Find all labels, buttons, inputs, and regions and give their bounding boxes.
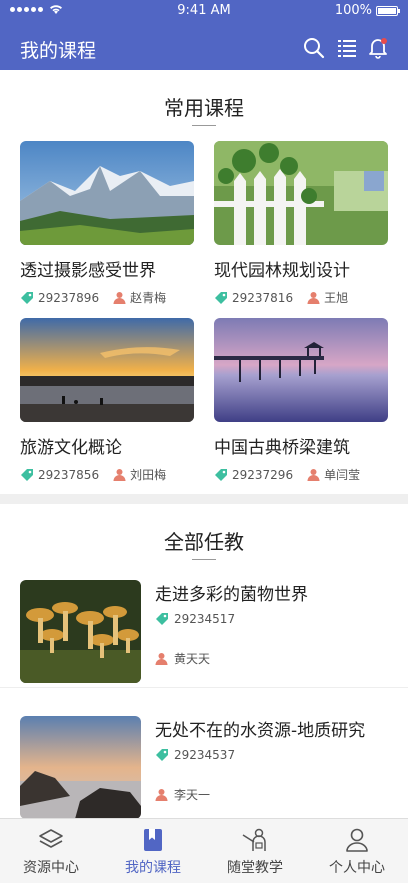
list-icon[interactable] [336,37,358,59]
course-title: 中国古典桥梁建筑 [214,438,350,458]
top-bar: 9:41 AM 100% 我的课程 [0,0,408,70]
tag-icon [156,613,168,625]
course-image-sunset-beach [20,318,194,422]
tab-resource-center[interactable]: 资源中心 [0,819,102,883]
course-id: 29237296 [232,467,294,482]
task-list-item[interactable]: 走进多彩的菌物世界 29234517 黄天天 [0,568,408,688]
tab-label: 我的课程 [125,860,181,876]
task-id: 29234537 [174,748,236,762]
course-teacher: 单闫莹 [324,468,361,482]
person-icon [113,292,126,304]
bell-icon[interactable] [367,37,389,59]
course-teacher: 刘田梅 [130,468,167,482]
person-icon [307,469,320,481]
course-image-snowy-mountains [20,141,194,245]
task-teacher: 李天一 [174,788,211,802]
task-teacher: 黄天天 [174,652,211,666]
task-title: 无处不在的水资源-地质研究 [155,721,366,741]
course-teacher: 赵青梅 [130,291,167,305]
person-icon [155,789,168,801]
user-icon [346,828,368,852]
course-title: 透过摄影感受世界 [20,261,156,281]
course-id: 29237816 [232,290,294,305]
task-title: 走进多彩的菌物世界 [155,585,308,605]
battery-percent: 100% [334,3,372,18]
tag-icon [21,291,33,304]
course-id: 29237856 [38,467,100,482]
section-underline [192,125,216,126]
search-icon[interactable] [303,37,325,59]
course-card[interactable]: 中国古典桥梁建筑 29237296 单闫莹 [214,318,388,483]
course-image-pier-pavilion [214,318,388,422]
layers-icon [39,829,63,848]
task-list-item[interactable]: 无处不在的水资源-地质研究 29234537 李天一 [0,704,408,824]
course-card[interactable]: 透过摄影感受世界 29237896 赵青梅 [20,141,194,306]
status-bar: 9:41 AM 100% [0,0,408,22]
tab-label: 个人中心 [329,860,385,876]
course-image-garden-fence [214,141,388,245]
person-icon [113,469,126,481]
teacher-board-icon [242,828,266,851]
person-icon [155,653,168,665]
course-card[interactable]: 现代园林规划设计 29237816 王旭 [214,141,388,306]
tab-personal-center[interactable]: 个人中心 [306,819,408,883]
course-title: 现代园林规划设计 [214,261,350,281]
tab-my-courses[interactable]: 我的课程 [102,819,204,883]
tag-icon [21,468,33,481]
tab-classroom-teaching[interactable]: 随堂教学 [204,819,306,883]
tab-label: 随堂教学 [227,860,283,876]
course-card[interactable]: 旅游文化概论 29237856 刘田梅 [20,318,194,483]
bottom-tab-bar: 资源中心 我的课程 随堂教学 个人中心 [0,818,408,883]
section-underline [192,559,216,560]
page-title: 我的课程 [20,40,97,62]
course-teacher: 王旭 [324,291,349,305]
tag-icon [215,468,227,481]
course-title: 旅游文化概论 [20,438,122,458]
task-image-rocky-coast [20,716,141,819]
section-divider [0,494,408,504]
battery-icon [376,5,400,16]
tag-icon [156,749,168,761]
tag-icon [215,291,227,304]
common-courses-title: 常用课程 [164,96,244,120]
course-id: 29237896 [38,290,100,305]
person-icon [307,292,320,304]
task-id: 29234517 [174,612,236,626]
bookmark-book-icon [144,829,162,851]
task-image-mushrooms [20,580,141,683]
all-tasks-title: 全部任教 [164,530,244,554]
tab-label: 资源中心 [23,860,79,876]
